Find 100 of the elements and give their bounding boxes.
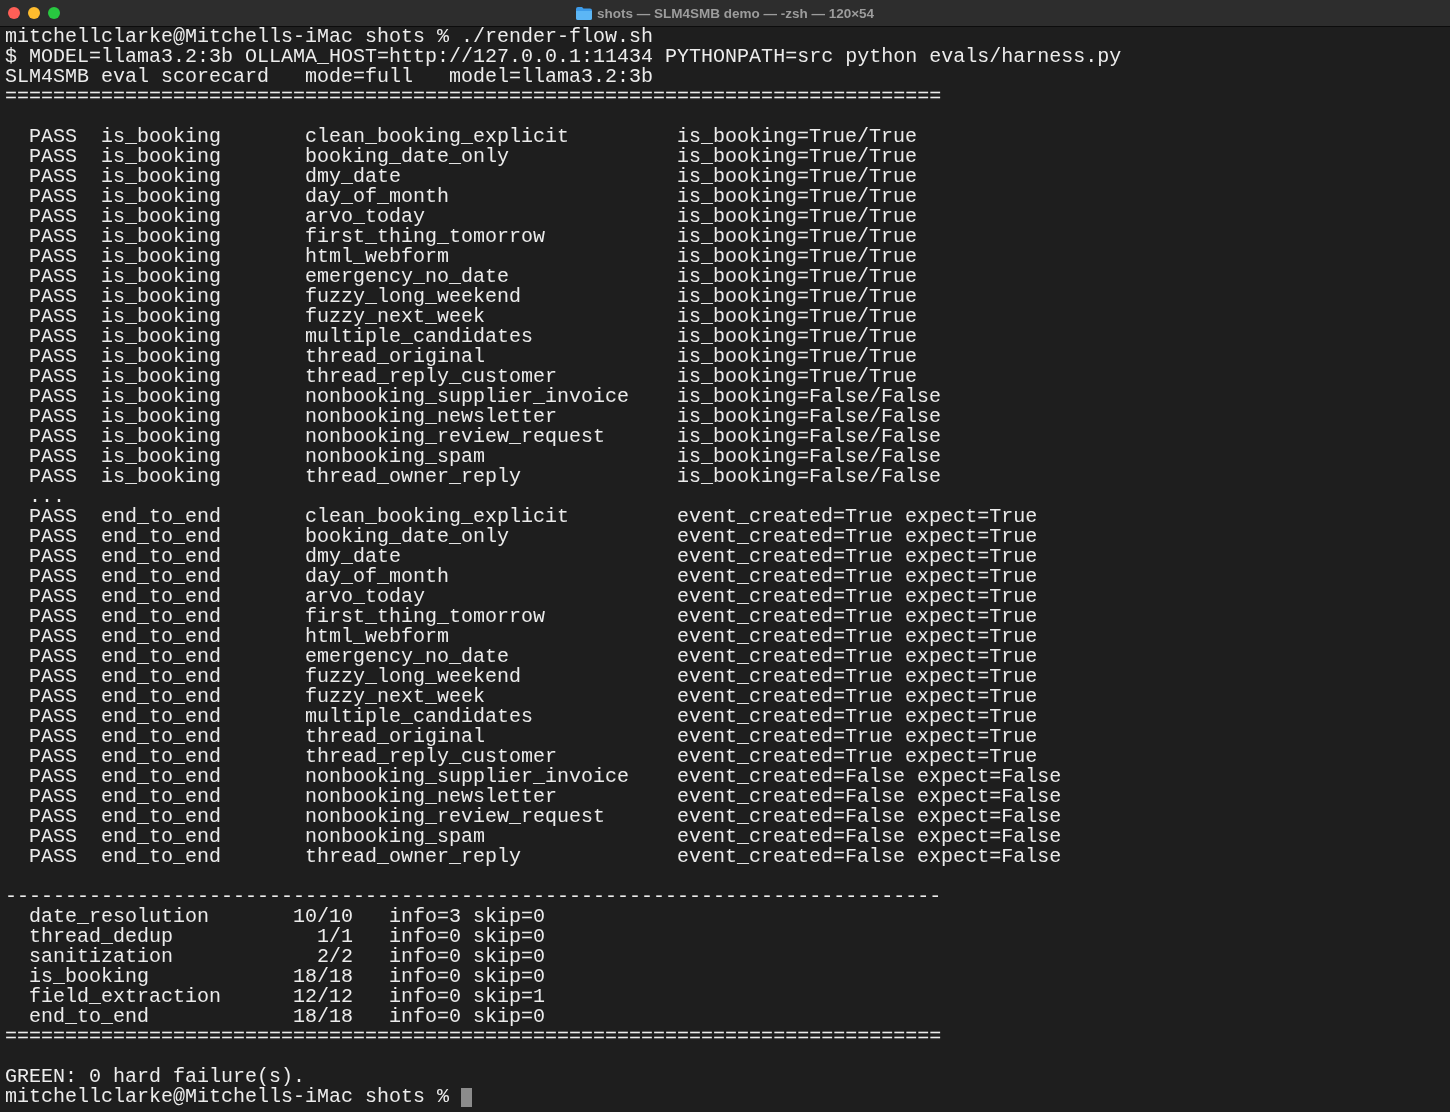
summary-count: 2/2 (317, 947, 354, 967)
status-label: PASS (29, 847, 77, 867)
suite-name: end_to_end (101, 847, 222, 867)
result-detail: is_booking=True/True (677, 367, 918, 387)
result-detail: event_created=True expect=True (677, 707, 1038, 727)
summary-detail: info=3 skip=0 (389, 907, 546, 927)
report-model: model=llama3.2:3b (449, 67, 654, 87)
result-detail: event_created=True expect=True (677, 687, 1038, 707)
result-detail: is_booking=False/False (677, 427, 942, 447)
case-name: thread_reply_customer (305, 747, 558, 767)
result-detail: event_created=True expect=True (677, 567, 1038, 587)
window-title: shots — SLM4SMB demo — -zsh — 120×54 (596, 5, 875, 21)
case-name: day_of_month (305, 567, 450, 587)
result-detail: event_created=True expect=True (677, 647, 1038, 667)
result-detail: is_booking=True/True (677, 307, 918, 327)
suite-name: end_to_end (101, 627, 222, 647)
shell-prompt: mitchellclarke@Mitchells-iMac shots % (5, 27, 450, 47)
summary-suite: is_booking (29, 967, 150, 987)
case-name: thread_owner_reply (305, 847, 522, 867)
report-title: SLM4SMB eval scorecard (5, 67, 270, 87)
summary-detail: info=0 skip=0 (389, 947, 546, 967)
case-name: clean_booking_explicit (305, 507, 570, 527)
suite-name: is_booking (101, 247, 222, 267)
status-label: PASS (29, 627, 77, 647)
status-label: PASS (29, 667, 77, 687)
case-name: html_webform (305, 247, 450, 267)
shell-command: ./render-flow.sh (461, 27, 654, 47)
suite-name: end_to_end (101, 807, 222, 827)
status-label: PASS (29, 587, 77, 607)
status-label: PASS (29, 747, 77, 767)
status-label: PASS (29, 227, 77, 247)
result-detail: event_created=True expect=True (677, 667, 1038, 687)
suite-name: end_to_end (101, 607, 222, 627)
status-label: PASS (29, 807, 77, 827)
status-label: PASS (29, 187, 77, 207)
status-label: PASS (29, 467, 77, 487)
status-label: PASS (29, 347, 77, 367)
shell-prompt: mitchellclarke@Mitchells-iMac shots % (5, 1087, 450, 1107)
suite-name: is_booking (101, 207, 222, 227)
status-label: PASS (29, 687, 77, 707)
suite-name: is_booking (101, 467, 222, 487)
case-name: fuzzy_long_weekend (305, 287, 522, 307)
result-detail: is_booking=True/True (677, 187, 918, 207)
report-mode: mode=full (305, 67, 414, 87)
minimize-button[interactable] (28, 7, 40, 19)
case-name: fuzzy_next_week (305, 307, 486, 327)
status-label: PASS (29, 307, 77, 327)
result-detail: event_created=True expect=True (677, 727, 1038, 747)
suite-name: is_booking (101, 287, 222, 307)
suite-name: is_booking (101, 387, 222, 407)
case-name: nonbooking_newsletter (305, 787, 558, 807)
summary-suite: date_resolution (29, 907, 210, 927)
summary-detail: info=0 skip=1 (389, 987, 546, 1007)
suite-name: is_booking (101, 347, 222, 367)
folder-icon (575, 6, 592, 20)
command-echo: $ MODEL=llama3.2:3b OLLAMA_HOST=http://127.0.0.1:11434 PYTHONPATH=src python evals/harness.py (5, 47, 1122, 67)
summary-detail: info=0 skip=0 (389, 967, 546, 987)
case-name: clean_booking_explicit (305, 127, 570, 147)
result-detail: event_created=False expect=False (677, 807, 1062, 827)
case-name: fuzzy_long_weekend (305, 667, 522, 687)
case-name: thread_original (305, 727, 486, 747)
case-name: nonbooking_newsletter (305, 407, 558, 427)
status-label: PASS (29, 827, 77, 847)
suite-name: is_booking (101, 187, 222, 207)
separator-rule: ============================================================================== (5, 1027, 942, 1047)
result-detail: is_booking=False/False (677, 407, 942, 427)
case-name: first_thing_tomorrow (305, 227, 546, 247)
status-label: PASS (29, 407, 77, 427)
suite-name: end_to_end (101, 647, 222, 667)
status-label: PASS (29, 207, 77, 227)
result-detail: is_booking=False/False (677, 447, 942, 467)
summary-count: 12/12 (293, 987, 354, 1007)
summary-count: 10/10 (293, 907, 354, 927)
suite-name: is_booking (101, 167, 222, 187)
case-name: booking_date_only (305, 147, 510, 167)
zoom-button[interactable] (48, 7, 60, 19)
result-detail: event_created=False expect=False (677, 847, 1062, 867)
status-label: PASS (29, 527, 77, 547)
status-label: PASS (29, 707, 77, 727)
result-detail: is_booking=True/True (677, 127, 918, 147)
case-name: emergency_no_date (305, 267, 510, 287)
suite-name: is_booking (101, 407, 222, 427)
suite-name: is_booking (101, 447, 222, 467)
result-detail: is_booking=True/True (677, 327, 918, 347)
result-detail: event_created=False expect=False (677, 827, 1062, 847)
result-detail: is_booking=True/True (677, 247, 918, 267)
summary-suite: field_extraction (29, 987, 222, 1007)
case-name: nonbooking_spam (305, 447, 486, 467)
verdict-text: GREEN: 0 hard failure(s). (5, 1067, 306, 1087)
suite-name: is_booking (101, 367, 222, 387)
status-label: PASS (29, 647, 77, 667)
suite-name: is_booking (101, 327, 222, 347)
suite-name: is_booking (101, 227, 222, 247)
case-name: nonbooking_supplier_invoice (305, 767, 630, 787)
case-name: thread_original (305, 347, 486, 367)
close-button[interactable] (8, 7, 20, 19)
case-name: multiple_candidates (305, 327, 534, 347)
suite-name: end_to_end (101, 587, 222, 607)
result-detail: event_created=True expect=True (677, 507, 1038, 527)
case-name: first_thing_tomorrow (305, 607, 546, 627)
